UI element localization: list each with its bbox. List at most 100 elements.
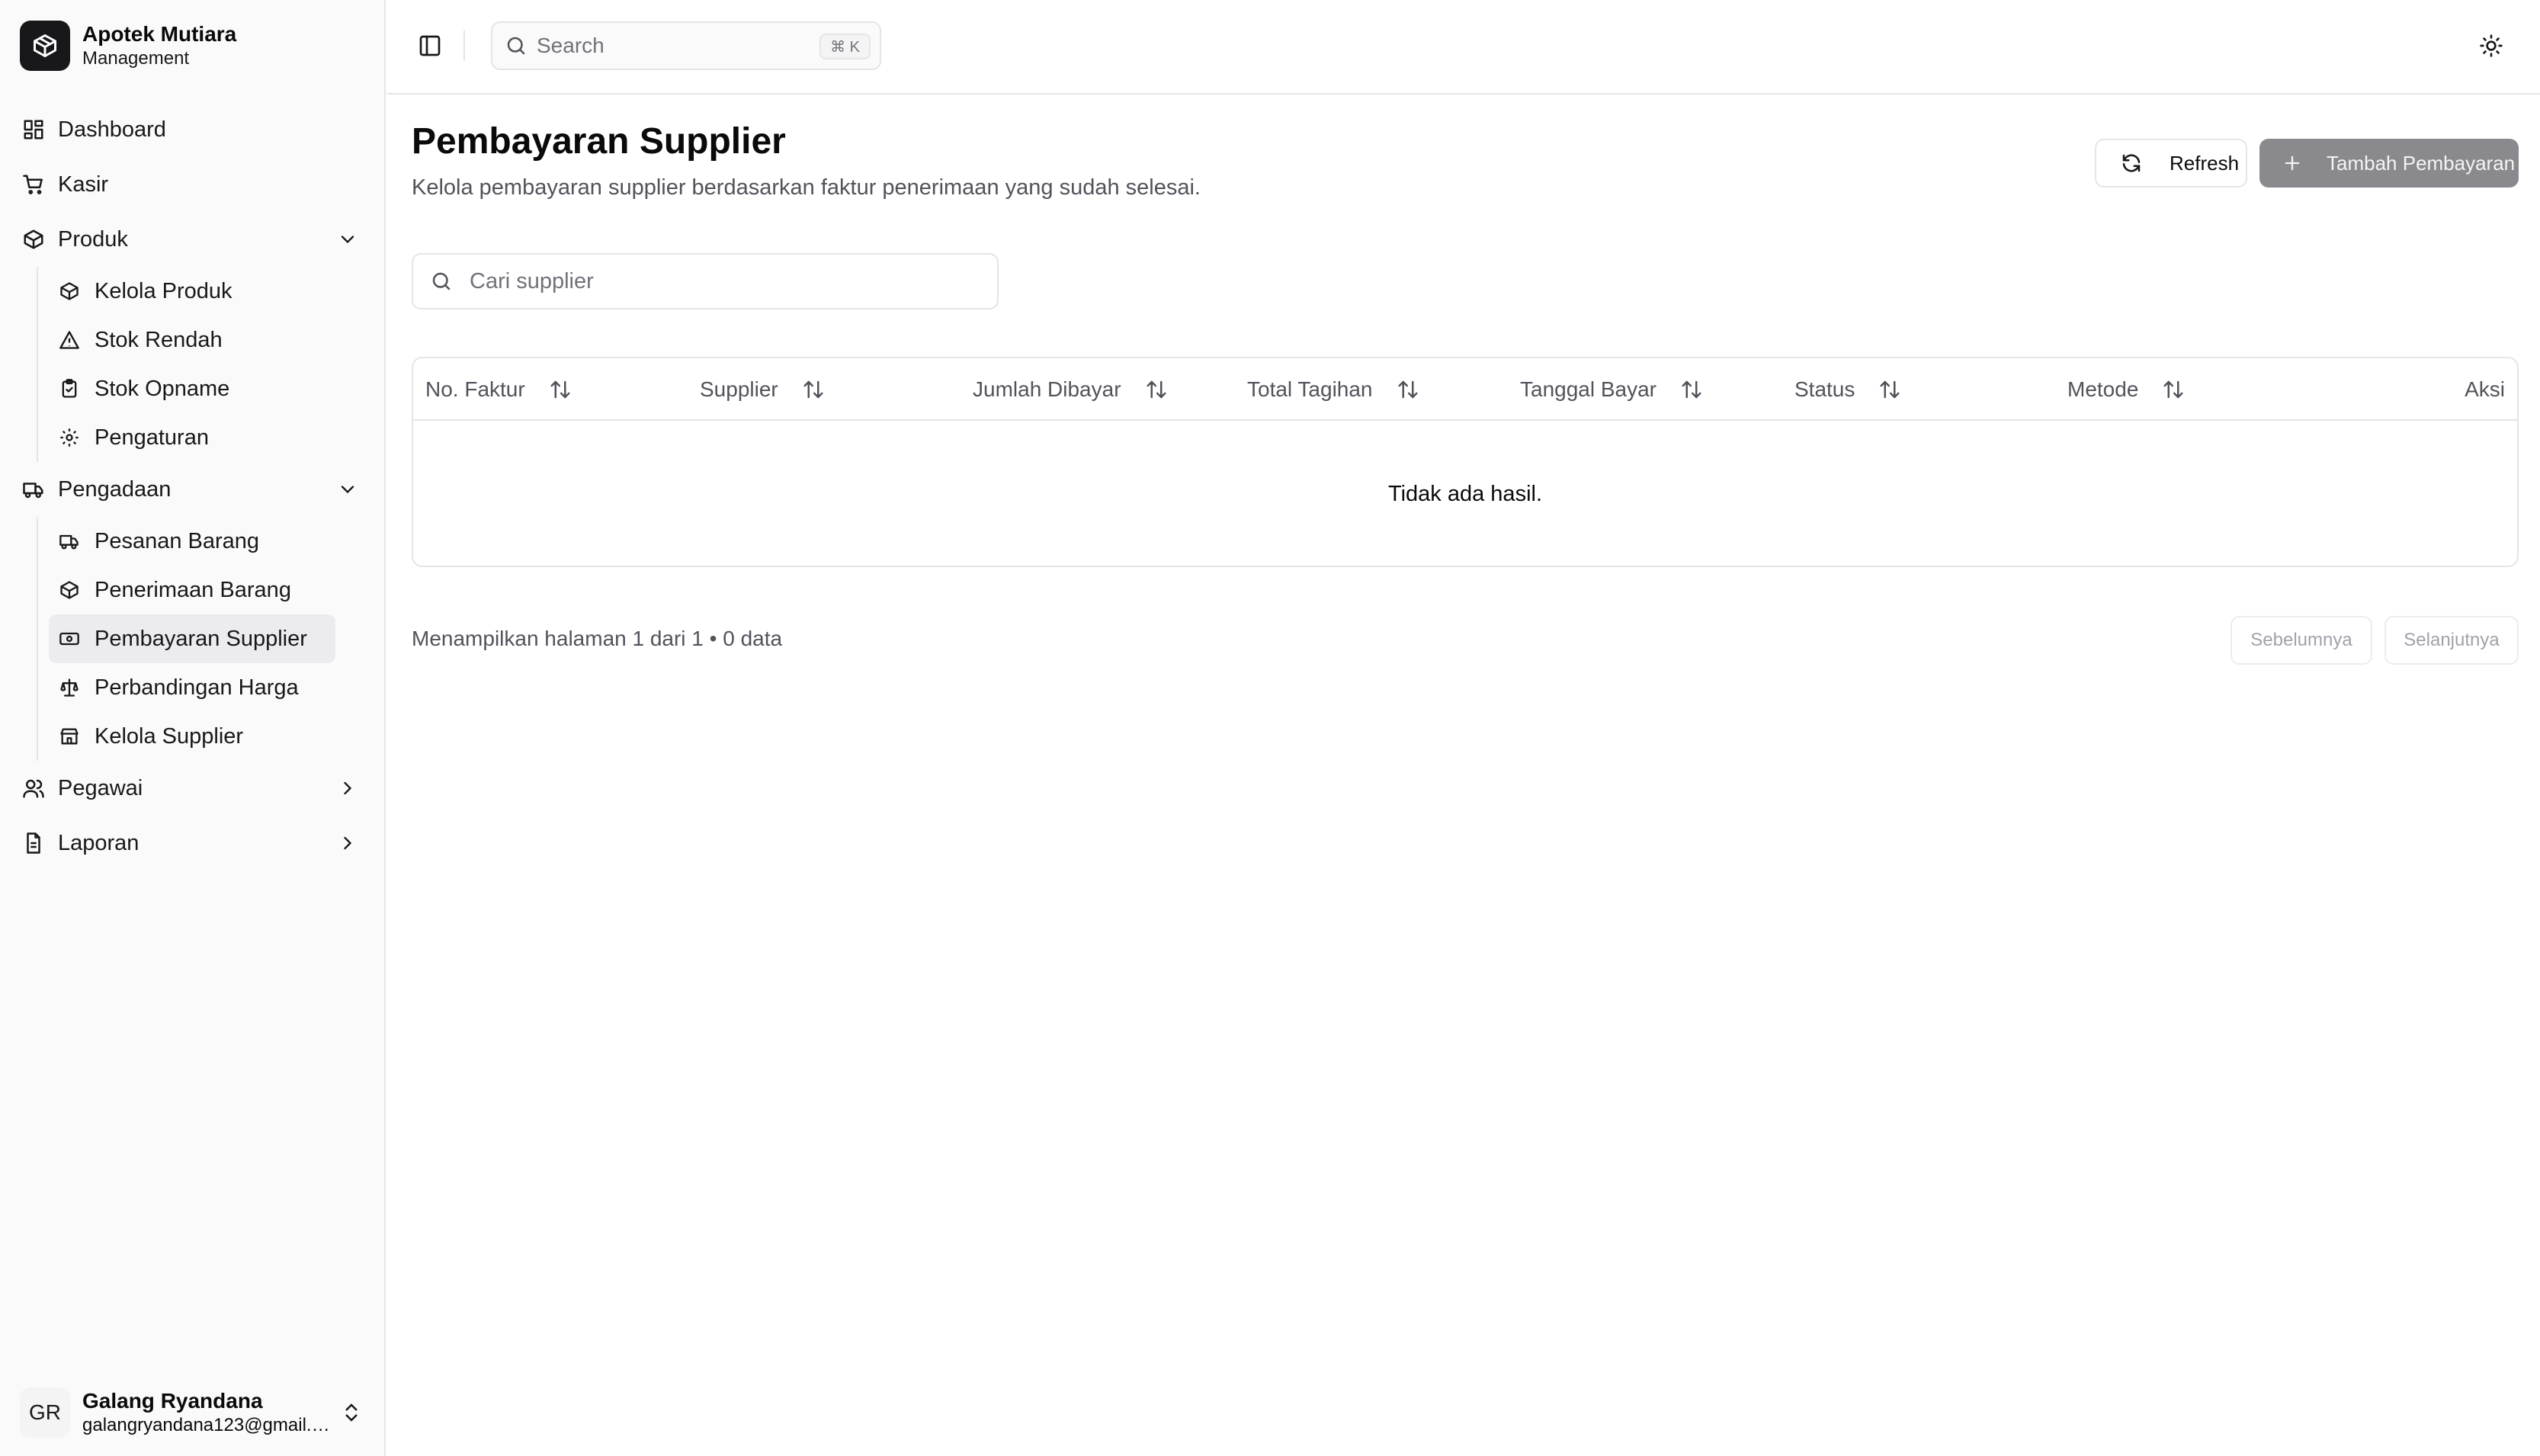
chevron-down-icon (341, 486, 354, 494)
package-icon (21, 227, 46, 252)
column-label: Metode (2067, 377, 2139, 401)
sidebar-nav: Dashboard Kasir Produk Kelola Produk Sto… (0, 102, 386, 871)
column-label: Aksi (2465, 377, 2505, 401)
sidebar-item-label: Pengaturan (95, 425, 209, 450)
app-name: Apotek Mutiara (82, 22, 237, 46)
column-header-jumlah-dibayar[interactable]: Jumlah Dibayar (973, 358, 1169, 421)
scale-icon (58, 676, 81, 699)
package-icon (58, 579, 81, 601)
sort-arrows-icon (1878, 377, 1902, 402)
sidebar-group-laporan[interactable]: Laporan (0, 816, 386, 871)
sidebar-item-label: Pegawai (58, 775, 143, 800)
sidebar-item-label: Stok Opname (95, 376, 230, 401)
sort-arrows-icon (1679, 377, 1704, 402)
brand[interactable]: Apotek Mutiara Management (20, 20, 236, 72)
app-subtitle: Management (82, 48, 190, 69)
column-header-supplier[interactable]: Supplier (700, 358, 826, 421)
plus-icon (2281, 152, 2304, 175)
sort-arrows-icon (548, 377, 572, 402)
sidebar-group-pengadaan[interactable]: Pengadaan (0, 462, 386, 517)
sidebar-item-label: Produk (58, 226, 128, 252)
sidebar-item-label: Dashboard (58, 117, 166, 142)
sun-icon (2480, 34, 2503, 57)
previous-page-button[interactable]: Sebelumnya (2231, 616, 2372, 665)
sort-arrows-icon (1144, 377, 1169, 402)
header-divider (463, 30, 465, 61)
refresh-icon (2119, 151, 2144, 175)
warning-triangle-icon (58, 329, 81, 351)
banknote-icon (58, 627, 81, 650)
sidebar-item-pembayaran-supplier[interactable]: Pembayaran Supplier (49, 614, 335, 663)
supplier-search-input[interactable]: Cari supplier (412, 253, 999, 309)
sidebar-item-kasir[interactable]: Kasir (0, 157, 386, 212)
sidebar-item-perbandingan-harga[interactable]: Perbandingan Harga (49, 663, 335, 712)
column-label: Total Tagihan (1247, 377, 1373, 401)
sidebar-item-stok-rendah[interactable]: Stok Rendah (49, 316, 335, 364)
refresh-button[interactable]: Refresh (2095, 139, 2247, 188)
column-header-total-tagihan[interactable]: Total Tagihan (1247, 358, 1420, 421)
search-icon (507, 37, 525, 55)
page-subtitle: Kelola pembayaran supplier berdasarkan f… (412, 175, 1201, 200)
sidebar-item-penerimaan-barang[interactable]: Penerimaan Barang (49, 566, 335, 614)
panel-left-icon (419, 35, 441, 56)
chevron-right-icon (344, 836, 352, 850)
sidebar-item-label: Kelola Supplier (95, 723, 244, 749)
user-menu[interactable]: GR Galang Ryandana galangryandana123@gma… (20, 1386, 367, 1439)
search-icon (428, 268, 454, 294)
add-payment-label: Tambah Pembayaran (2327, 151, 2516, 175)
shopping-cart-icon (21, 172, 46, 197)
sidebar-item-label: Pengadaan (58, 476, 172, 502)
global-search[interactable]: Search ⌘ K (491, 21, 881, 70)
store-icon (58, 725, 81, 748)
sidebar-item-label: Penerimaan Barang (95, 577, 291, 602)
payments-table: No. Faktur Supplier Jumlah Dibayar Total… (412, 357, 2519, 567)
sidebar-item-pengaturan[interactable]: Pengaturan (49, 413, 335, 462)
pagination-info: Menampilkan halaman 1 dari 1 • 0 data (412, 627, 783, 650)
sidebar-item-label: Perbandingan Harga (95, 675, 299, 700)
sort-arrows-icon (801, 377, 826, 402)
page-title: Pembayaran Supplier (412, 121, 786, 162)
sidebar-item-stok-opname[interactable]: Stok Opname (49, 364, 335, 413)
sidebar-item-dashboard[interactable]: Dashboard (0, 102, 386, 157)
dashboard-grid-icon (21, 117, 46, 142)
refresh-label: Refresh (2170, 151, 2240, 175)
sidebar-toggle-button[interactable] (415, 30, 445, 61)
sidebar-item-label: Pesanan Barang (95, 528, 260, 553)
sidebar-group-pegawai[interactable]: Pegawai (0, 761, 386, 816)
column-header-status[interactable]: Status (1794, 358, 1902, 421)
search-shortcut: ⌘ K (819, 34, 871, 59)
users-icon (21, 776, 46, 800)
sidebar-item-label: Kasir (58, 172, 109, 197)
column-label: Tanggal Bayar (1520, 377, 1657, 401)
package-icon (58, 280, 81, 303)
avatar: GR (20, 1387, 70, 1438)
truck-icon (58, 530, 81, 553)
column-header-aksi: Aksi (2465, 358, 2505, 421)
chevron-right-icon (344, 781, 352, 795)
sidebar-item-label: Pembayaran Supplier (95, 626, 307, 651)
next-page-button[interactable]: Selanjutnya (2384, 616, 2519, 665)
column-header-tanggal-bayar[interactable]: Tanggal Bayar (1520, 358, 1704, 421)
sidebar-item-pesanan-barang[interactable]: Pesanan Barang (49, 517, 335, 566)
sidebar: Apotek Mutiara Management Dashboard Kasi… (0, 0, 386, 1456)
column-label: Supplier (700, 377, 778, 401)
sidebar-item-kelola-supplier[interactable]: Kelola Supplier (49, 712, 335, 761)
clipboard-check-icon (58, 377, 81, 400)
sidebar-group-produk[interactable]: Produk (0, 212, 386, 267)
sidebar-item-label: Kelola Produk (95, 278, 233, 303)
add-payment-button[interactable]: Tambah Pembayaran (2259, 139, 2519, 188)
sidebar-item-kelola-produk[interactable]: Kelola Produk (49, 267, 335, 316)
column-header-metode[interactable]: Metode (2067, 358, 2186, 421)
table-header: No. Faktur Supplier Jumlah Dibayar Total… (413, 358, 2517, 421)
pengadaan-submenu: Pesanan Barang Penerimaan Barang Pembaya… (37, 517, 386, 761)
file-text-icon (21, 831, 46, 855)
user-name: Galang Ryandana (82, 1389, 263, 1413)
column-header-no-faktur[interactable]: No. Faktur (425, 358, 572, 421)
chevrons-up-down-icon (345, 1403, 358, 1422)
column-label: Status (1794, 377, 1855, 401)
gear-icon (58, 426, 81, 449)
supplier-search-placeholder: Cari supplier (470, 268, 594, 293)
column-label: Jumlah Dibayar (973, 377, 1121, 401)
sidebar-item-label: Stok Rendah (95, 327, 223, 352)
theme-toggle-button[interactable] (2476, 30, 2506, 61)
